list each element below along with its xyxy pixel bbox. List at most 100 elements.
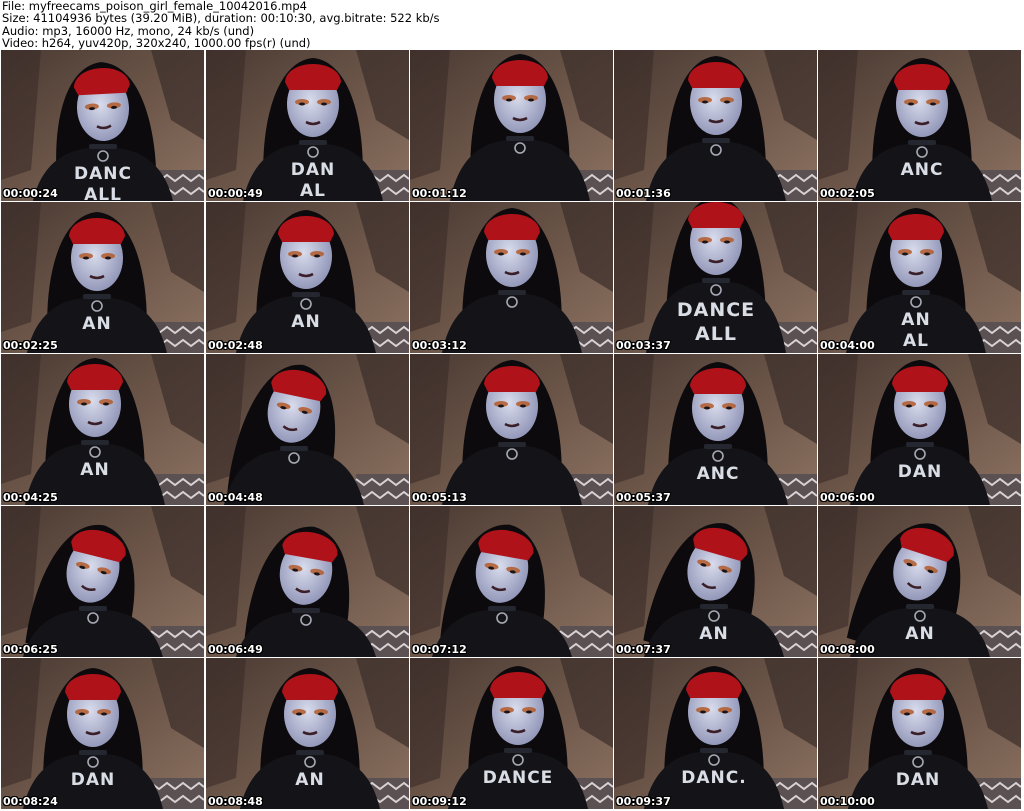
frame-timestamp: 00:06:00 (820, 491, 875, 504)
video-frame-thumbnail: ANC 00:05:37 (614, 354, 817, 505)
frame-timestamp: 00:04:00 (820, 339, 875, 352)
frame-timestamp: 00:07:12 (412, 643, 467, 656)
shirt-text: DAN (868, 770, 968, 791)
frame-timestamp: 00:01:12 (412, 187, 467, 200)
shirt-text: DAN AL (263, 160, 363, 201)
shirt-text-line: AN (901, 310, 931, 330)
shirt-text-line: ALL (695, 323, 737, 345)
shirt-text: AN (260, 770, 360, 791)
video-frame-thumbnail: DANC. 00:09:37 (614, 658, 817, 809)
shirt-text-line: DANCE (676, 299, 756, 321)
shirt-text-line: AN (291, 312, 321, 332)
frame-image (1, 354, 204, 505)
shirt-text-line: ALL (84, 185, 122, 201)
frame-timestamp: 00:06:49 (208, 643, 263, 656)
frame-timestamp: 00:05:13 (412, 491, 467, 504)
shirt-text-line: DANC. (681, 768, 747, 788)
video-frame-thumbnail: 00:05:13 (410, 354, 613, 505)
frame-timestamp: 00:06:25 (3, 643, 58, 656)
shirt-text: AN (664, 624, 764, 645)
video-frame-thumbnail: DANC ALL 00:00:24 (1, 50, 204, 201)
video-frame-thumbnail: 00:01:36 (614, 50, 817, 201)
video-frame-thumbnail: ANC 00:02:05 (818, 50, 1021, 201)
video-frame-thumbnail: DANCE 00:09:12 (410, 658, 613, 809)
shirt-text-line: DAN (290, 160, 336, 180)
shirt-text: ANC (872, 160, 972, 181)
shirt-text-line: DAN (895, 770, 941, 790)
video-frame-thumbnail: DANCE ALL 00:03:37 (614, 202, 817, 353)
shirt-text-line: DANCE (482, 768, 554, 788)
frame-image (1, 506, 204, 657)
shirt-text-line: AN (699, 624, 729, 644)
video-frame-thumbnail: 00:01:12 (410, 50, 613, 201)
video-frame-thumbnail: AN 00:02:25 (1, 202, 204, 353)
frame-image (410, 506, 613, 657)
shirt-text: DANC ALL (53, 164, 153, 201)
shirt-text: ANC (668, 464, 768, 485)
video-info-line: Video: h264, yuv420p, 320x240, 1000.00 f… (2, 36, 311, 50)
shirt-text: AN (256, 312, 356, 333)
video-frame-thumbnail: 00:04:48 (206, 354, 409, 505)
frame-timestamp: 00:08:00 (820, 643, 875, 656)
frame-timestamp: 00:08:24 (3, 795, 58, 808)
frame-timestamp: 00:08:48 (208, 795, 263, 808)
shirt-text-line: AN (82, 314, 112, 334)
shirt-text-line: ANC (900, 160, 944, 180)
shirt-text: AN AL (866, 310, 966, 352)
frame-timestamp: 00:07:37 (616, 643, 671, 656)
shirt-text: AN (870, 624, 970, 645)
frame-image (410, 202, 613, 353)
video-frame-thumbnail: AN 00:02:48 (206, 202, 409, 353)
shirt-text-line: DAN (70, 770, 116, 790)
frame-timestamp: 00:09:37 (616, 795, 671, 808)
shirt-text: AN (45, 460, 145, 481)
frame-image (206, 506, 409, 657)
shirt-text-line: AN (295, 770, 325, 790)
shirt-text-line: AN (80, 460, 110, 480)
frame-timestamp: 00:10:00 (820, 795, 875, 808)
frame-image (410, 50, 613, 201)
frame-timestamp: 00:04:48 (208, 491, 263, 504)
frame-timestamp: 00:03:37 (616, 339, 671, 352)
shirt-text: DANC. (664, 768, 764, 789)
shirt-text-line: AL (300, 181, 326, 201)
frame-timestamp: 00:00:49 (208, 187, 263, 200)
frame-image (206, 354, 409, 505)
shirt-text-line: AN (905, 624, 935, 644)
shirt-text-line: DANC (74, 164, 132, 184)
shirt-text: DAN (870, 462, 970, 483)
shirt-text: AN (47, 314, 147, 335)
video-frame-thumbnail: AN 00:08:48 (206, 658, 409, 809)
thumbnail-grid: DANC ALL 00:00:24 DAN AL 00:00:49 00:01:12 00:0… (1, 50, 1023, 810)
shirt-text-line: AL (903, 331, 929, 351)
video-frame-thumbnail: 00:06:25 (1, 506, 204, 657)
frame-image (410, 354, 613, 505)
shirt-text-line: DAN (897, 462, 943, 482)
video-frame-thumbnail: DAN AL 00:00:49 (206, 50, 409, 201)
shirt-text-line: ANC (696, 464, 740, 484)
shirt-text: DANCE ALL (666, 298, 766, 346)
frame-timestamp: 00:00:24 (3, 187, 58, 200)
frame-timestamp: 00:02:05 (820, 187, 875, 200)
video-frame-thumbnail: AN 00:08:00 (818, 506, 1021, 657)
video-frame-thumbnail: DAN 00:06:00 (818, 354, 1021, 505)
video-frame-thumbnail: DAN 00:10:00 (818, 658, 1021, 809)
frame-image (614, 50, 817, 201)
frame-timestamp: 00:05:37 (616, 491, 671, 504)
shirt-text: DAN (43, 770, 143, 791)
video-frame-thumbnail: 00:07:12 (410, 506, 613, 657)
video-frame-thumbnail: AN 00:07:37 (614, 506, 817, 657)
video-frame-thumbnail: AN AL 00:04:00 (818, 202, 1021, 353)
file-size-line: Size: 41104936 bytes (39.20 MiB), durati… (2, 11, 440, 26)
frame-timestamp: 00:03:12 (412, 339, 467, 352)
video-frame-thumbnail: 00:03:12 (410, 202, 613, 353)
frame-timestamp: 00:01:36 (616, 187, 671, 200)
frame-timestamp: 00:04:25 (3, 491, 58, 504)
frame-timestamp: 00:09:12 (412, 795, 467, 808)
frame-timestamp: 00:02:25 (3, 339, 58, 352)
video-frame-thumbnail: 00:06:49 (206, 506, 409, 657)
video-frame-thumbnail: AN 00:04:25 (1, 354, 204, 505)
file-info-header: File: myfreecams_poison_girl_female_1004… (2, 0, 1020, 50)
video-frame-thumbnail: DAN 00:08:24 (1, 658, 204, 809)
frame-timestamp: 00:02:48 (208, 339, 263, 352)
